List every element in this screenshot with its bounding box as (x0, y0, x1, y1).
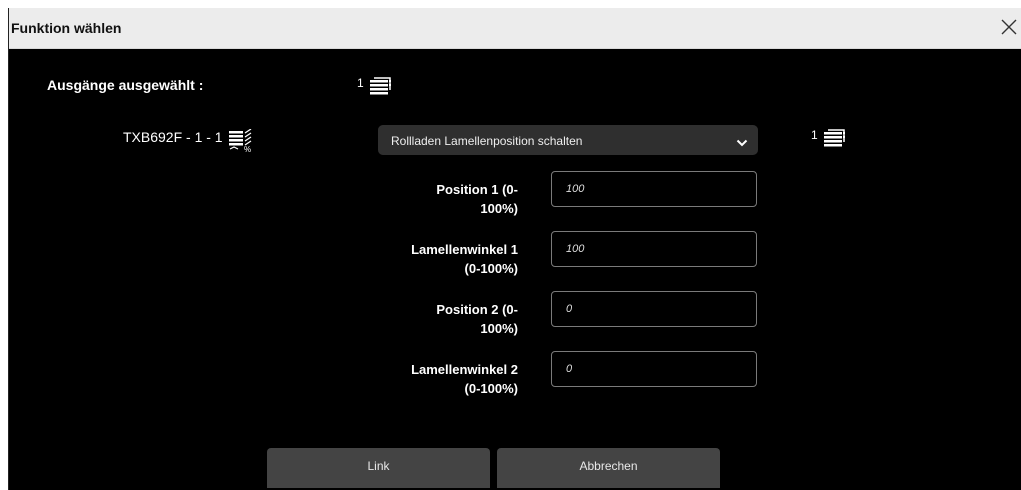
slat-angle-1-label-line1: Lamellenwinkel 1 (411, 242, 518, 257)
position-1-input[interactable] (551, 171, 757, 207)
position-1-label: Position 1 (0- 100%) (348, 180, 518, 218)
position-1-label-line2: 100%) (480, 201, 518, 216)
position-1-label-line1: Position 1 (0- (436, 182, 518, 197)
slat-angle-2-label: Lamellenwinkel 2 (0-100%) (348, 360, 518, 398)
slat-angle-2-label-line2: (0-100%) (464, 381, 518, 396)
close-icon[interactable] (998, 16, 1020, 38)
link-button[interactable]: Link (267, 448, 490, 488)
device-name: TXB692F - 1 - 1 (123, 129, 223, 145)
position-2-label-line2: 100%) (480, 321, 518, 336)
outputs-selected-label: Ausgänge ausgewählt : (47, 77, 204, 93)
function-select-value: Rollladen Lamellenposition schalten (391, 134, 583, 148)
outputs-count-value: 1 (357, 76, 364, 90)
blind-stack-icon (822, 128, 848, 153)
function-dialog: Funktion wählen Ausgänge ausgewählt : 1 … (8, 8, 1021, 490)
dialog-titlebar: Funktion wählen (9, 8, 1021, 49)
blind-percent-icon: % (227, 128, 255, 156)
slat-angle-1-input[interactable] (551, 231, 757, 267)
function-select[interactable]: Rollladen Lamellenposition schalten (378, 125, 758, 155)
slat-angle-1-label-line2: (0-100%) (464, 261, 518, 276)
cancel-button[interactable]: Abbrechen (497, 448, 720, 488)
position-2-input[interactable] (551, 291, 757, 327)
dialog-title: Funktion wählen (11, 20, 122, 36)
slat-angle-2-input[interactable] (551, 351, 757, 387)
target-count-value: 1 (811, 128, 818, 142)
chevron-down-icon (736, 135, 748, 153)
outputs-selected-count: 1 (357, 76, 394, 101)
target-count: 1 (811, 128, 848, 153)
position-2-label: Position 2 (0- 100%) (348, 300, 518, 338)
slat-angle-1-label: Lamellenwinkel 1 (0-100%) (348, 240, 518, 278)
slat-angle-2-label-line1: Lamellenwinkel 2 (411, 362, 518, 377)
svg-text:%: % (244, 145, 251, 153)
device-label: TXB692F - 1 - 1 % (123, 128, 255, 156)
position-2-label-line1: Position 2 (0- (436, 302, 518, 317)
blind-stack-icon (368, 76, 394, 101)
